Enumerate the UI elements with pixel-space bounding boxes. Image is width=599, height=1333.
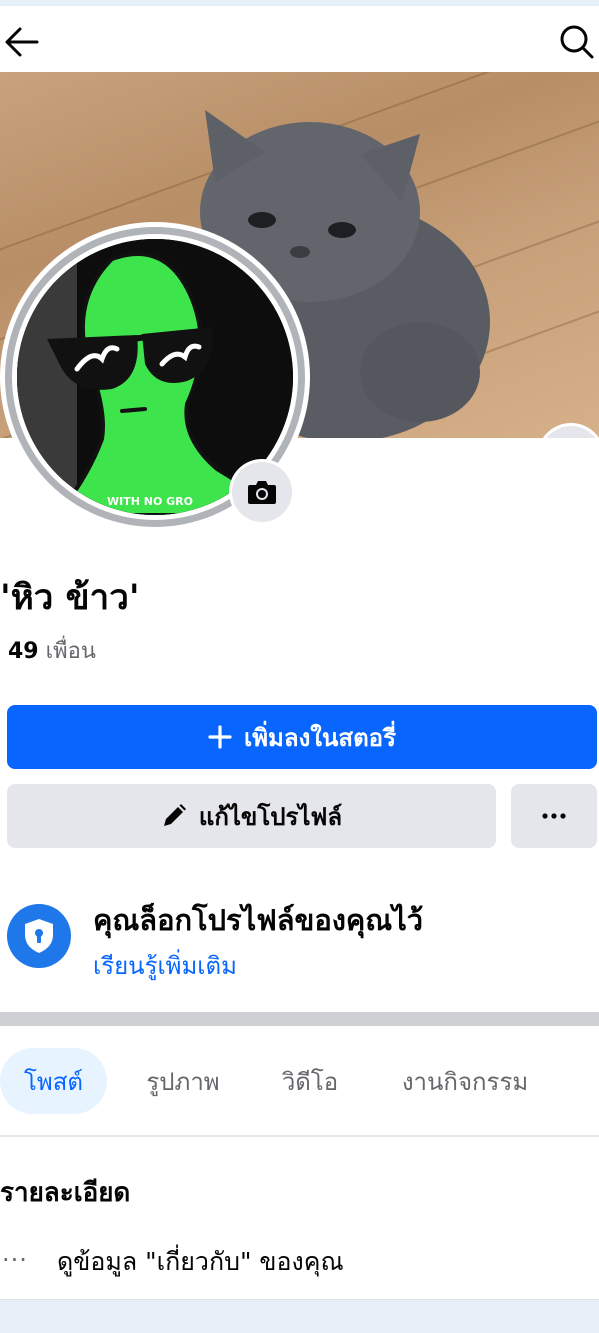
add-to-story-button[interactable]: เพิ่มลงในสตอรี่ — [7, 705, 597, 769]
tab-events-label: งานกิจกรรม — [401, 1067, 529, 1096]
arrow-left-icon — [5, 27, 39, 57]
add-to-story-label: เพิ่มลงในสตอรี่ — [244, 723, 396, 752]
tabs-divider — [0, 1135, 599, 1137]
bottom-strip — [0, 1299, 599, 1333]
tab-events[interactable]: งานกิจกรรม — [384, 1048, 546, 1114]
more-icon: ··· — [2, 1246, 28, 1274]
profile-locked-title: คุณล็อกโปรไฟล์ของคุณไว้ — [93, 903, 424, 937]
edit-profile-button[interactable]: แก้ไขโปรไฟล์ — [7, 784, 496, 848]
plus-icon — [208, 725, 232, 749]
profile-tabs: โพสต์ รูปภาพ วิดีโอ งานกิจกรรม — [0, 1048, 599, 1114]
view-about-row[interactable]: ··· ดูข้อมูล "เกี่ยวกับ" ของคุณ — [0, 1238, 599, 1286]
tab-photos-label: รูปภาพ — [146, 1067, 220, 1096]
more-icon — [542, 813, 566, 819]
tab-videos-label: วิดีโอ — [281, 1067, 339, 1096]
top-bar — [0, 6, 599, 72]
friends-count[interactable]: 49 เพื่อน — [8, 633, 96, 668]
details-heading: รายละเอียด — [0, 1178, 131, 1208]
profile-camera-button[interactable] — [232, 462, 292, 522]
camera-icon — [248, 481, 276, 504]
learn-more-link[interactable]: เรียนรู้เพิ่มเติม — [93, 946, 237, 985]
tab-videos[interactable]: วิดีโอ — [262, 1048, 358, 1114]
search-button[interactable] — [557, 22, 597, 62]
tab-posts-label: โพสต์ — [24, 1067, 83, 1096]
section-divider — [0, 1012, 599, 1026]
back-button[interactable] — [2, 22, 42, 62]
profile-name: 'หิว ข้าว' — [0, 578, 140, 618]
pencil-icon — [163, 804, 186, 826]
more-options-button[interactable] — [511, 784, 597, 848]
tab-photos[interactable]: รูปภาพ — [128, 1048, 238, 1114]
avatar-caption: WITH NO GRO — [107, 495, 194, 508]
profile-lock-badge — [7, 904, 71, 968]
friends-count-label: เพื่อน — [45, 639, 96, 664]
view-about-label: ดูข้อมูล "เกี่ยวกับ" ของคุณ — [57, 1247, 344, 1276]
shield-lock-icon — [25, 919, 53, 953]
search-icon — [560, 25, 594, 59]
friends-count-number: 49 — [8, 639, 39, 664]
edit-profile-label: แก้ไขโปรไฟล์ — [198, 802, 343, 831]
tab-posts[interactable]: โพสต์ — [0, 1048, 107, 1114]
